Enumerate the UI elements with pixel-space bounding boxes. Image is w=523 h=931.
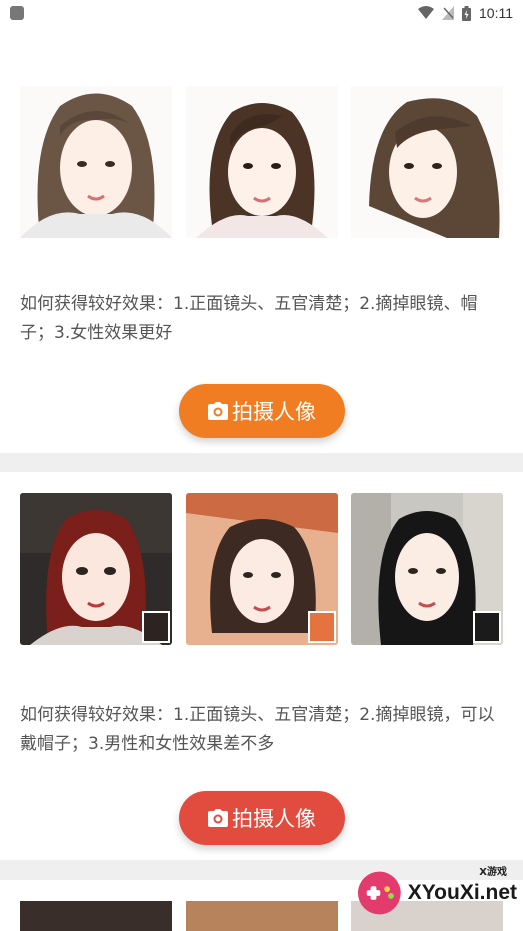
signal-icon — [442, 6, 454, 20]
gamepad-logo-icon — [357, 871, 401, 915]
notification-icon — [10, 6, 24, 20]
take-portrait-label: 拍摄人像 — [232, 401, 316, 424]
sample-image — [20, 86, 172, 238]
effect-card-1: 如何获得较好效果：1.正面镜头、五官清楚；2.摘掉眼镜、帽子；3.女性效果更好 … — [0, 26, 523, 453]
tips-text: 如何获得较好效果：1.正面镜头、五官清楚；2.摘掉眼镜，可以戴帽子；3.男性和女… — [20, 705, 495, 754]
sample-images-row — [20, 493, 503, 645]
sample-image — [185, 901, 338, 931]
watermark-small-text: X游戏 — [479, 867, 507, 878]
sample-images-row — [20, 86, 503, 238]
take-portrait-label: 拍摄人像 — [232, 808, 316, 831]
original-photo-thumbnail — [473, 611, 501, 643]
tips-text: 如何获得较好效果：1.正面镜头、五官清楚；2.摘掉眼镜、帽子；3.女性效果更好 — [20, 294, 478, 343]
status-time: 10:11 — [479, 5, 513, 21]
battery-icon — [462, 5, 471, 21]
sample-image — [185, 493, 338, 645]
take-portrait-button[interactable]: 拍摄人像 — [179, 791, 345, 845]
sample-image — [351, 86, 503, 238]
effect-card-2: 如何获得较好效果：1.正面镜头、五官清楚；2.摘掉眼镜，可以戴帽子；3.男性和女… — [0, 472, 523, 860]
sample-image — [20, 901, 172, 931]
camera-icon — [208, 809, 228, 827]
section-divider — [0, 453, 523, 472]
sample-image — [185, 86, 338, 238]
sample-image — [20, 493, 172, 645]
camera-icon — [208, 402, 228, 420]
sample-image — [351, 493, 503, 645]
site-watermark: XYouXi.net X游戏 — [357, 865, 517, 921]
original-photo-thumbnail — [142, 611, 170, 643]
wifi-icon — [418, 6, 434, 19]
original-photo-thumbnail — [307, 611, 336, 643]
status-bar: 10:11 — [0, 0, 523, 26]
watermark-text: XYouXi.net — [407, 881, 517, 904]
take-portrait-button[interactable]: 拍摄人像 — [179, 384, 345, 438]
